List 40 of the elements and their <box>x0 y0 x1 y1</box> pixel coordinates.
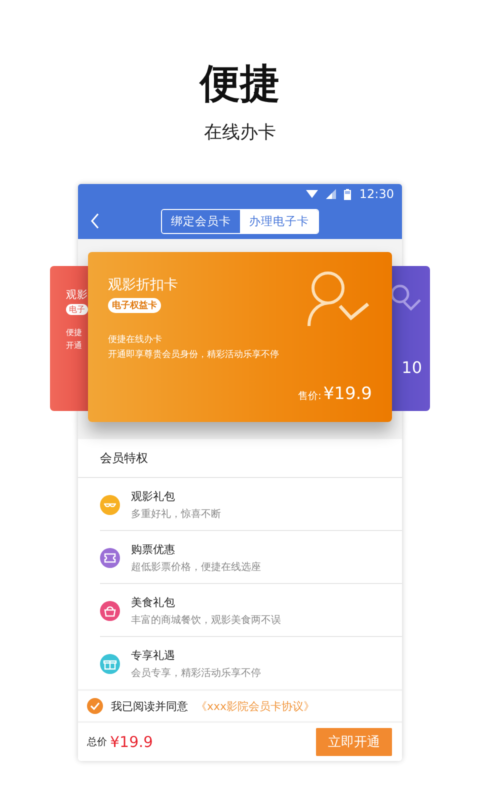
user-check-icon <box>306 270 370 328</box>
agreement-link[interactable]: 《xxx影院会员卡协议》 <box>196 698 315 714</box>
price-label: 售价: <box>298 390 322 403</box>
membership-card[interactable]: 10 <box>392 266 430 411</box>
card-title: 观影 <box>66 288 88 302</box>
card-text: 便捷 <box>66 327 83 338</box>
total-label: 总价 <box>87 736 107 749</box>
card-price: 10 <box>402 358 422 377</box>
perk-title: 购票优惠 <box>131 542 176 556</box>
card-badge: 电子 <box>66 304 88 315</box>
back-icon <box>90 213 100 229</box>
wifi-icon <box>306 189 318 199</box>
card-price: ¥19.9 <box>323 384 372 404</box>
signal-icon <box>326 189 336 199</box>
membership-card[interactable]: 观影 电子 便捷 开通 <box>50 266 88 411</box>
page-subtitle: 在线办卡 <box>204 121 276 144</box>
page-title: 便捷 <box>200 60 280 108</box>
perk-description: 丰富的商城餐饮，观影美食两不误 <box>131 614 281 626</box>
status-time: 12:30 <box>359 187 394 201</box>
section-title: 会员特权 <box>78 439 402 478</box>
battery-icon <box>344 188 352 200</box>
card-text: 开通 <box>66 340 83 351</box>
agree-checkbox[interactable] <box>87 698 103 714</box>
card-title: 观影折扣卡 <box>108 276 179 294</box>
card-text: 便捷在线办卡 <box>108 334 163 347</box>
check-icon <box>90 702 100 710</box>
perk-title: 专享礼遇 <box>131 648 176 662</box>
card-text: 开通即享尊贵会员身份，精彩活动乐享不停 <box>108 348 280 362</box>
agreement-text: 我已阅读并同意 <box>111 698 188 714</box>
perk-title: 美食礼包 <box>131 594 176 610</box>
total-price: ¥19.9 <box>110 733 153 751</box>
tab[interactable]: 办理电子卡 <box>240 210 318 233</box>
membership-card[interactable]: 观影折扣卡 电子权益卡 便捷在线办卡 开通即享尊贵会员身份，精彩活动乐享不停 售价:¥19.9 <box>88 252 392 422</box>
perk-description: 多重好礼，惊喜不断 <box>131 508 221 520</box>
perk-description: 超低影票价格，便捷在线选座 <box>131 560 261 574</box>
open-now-button[interactable]: 立即开通 <box>316 728 392 756</box>
card-badge: 电子权益卡 <box>108 298 161 313</box>
perk-title: 观影礼包 <box>131 488 176 504</box>
back-button[interactable] <box>90 213 100 229</box>
perk-description: 会员专享，精彩活动乐享不停 <box>131 666 261 680</box>
